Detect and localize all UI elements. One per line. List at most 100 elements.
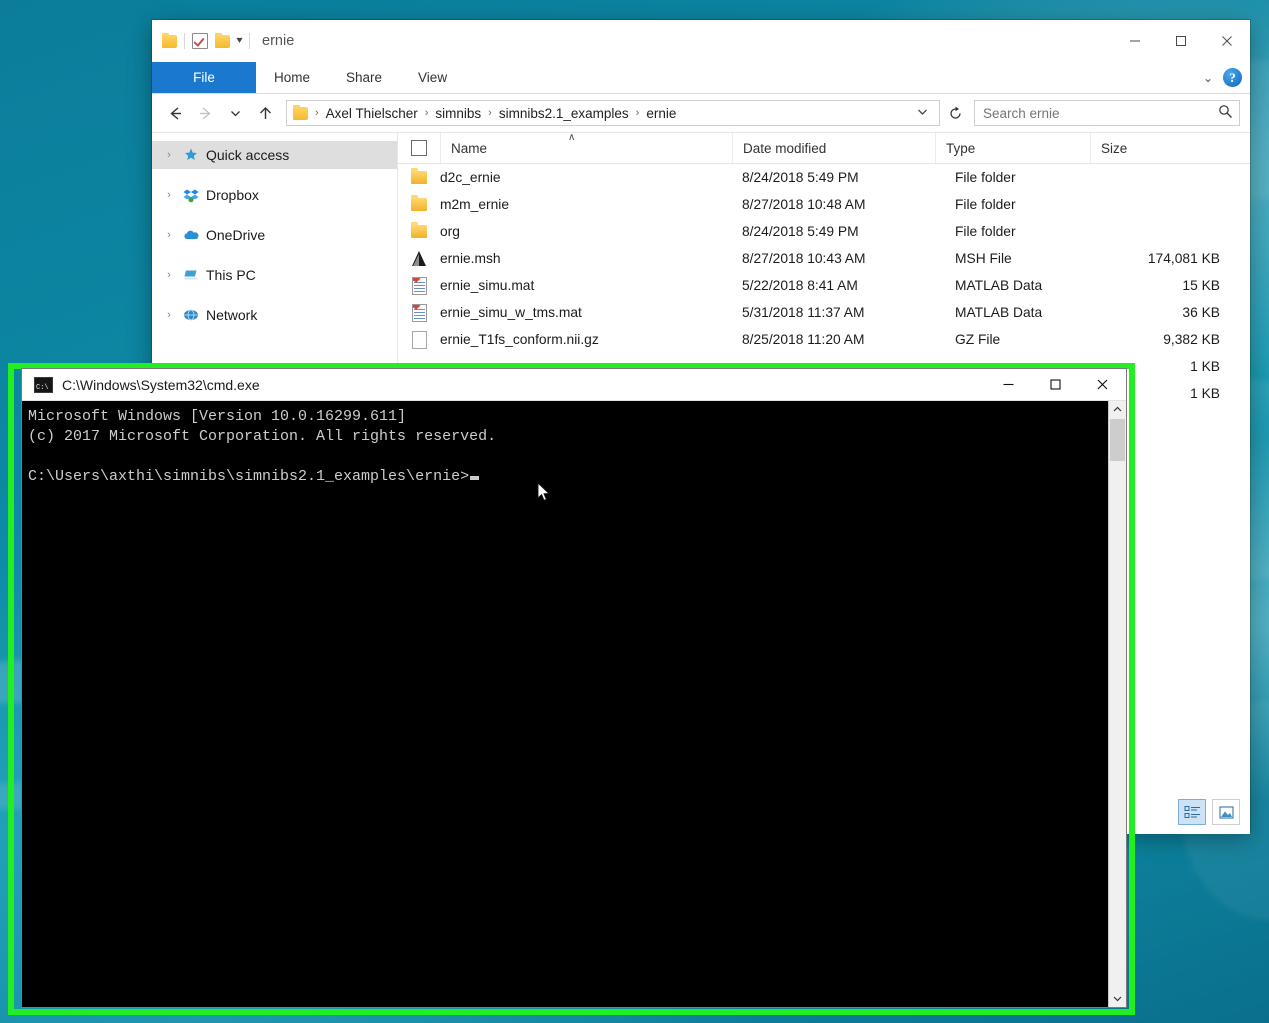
column-size[interactable]: Size [1090,133,1200,163]
back-button[interactable] [162,100,188,126]
scroll-up-button[interactable] [1109,401,1126,418]
maximize-button[interactable] [1158,20,1204,62]
matlab-file-icon [398,276,440,295]
toolbar-divider-2 [249,33,251,49]
toolbar-divider [184,33,185,49]
cmd-titlebar[interactable]: C:\ C:\Windows\System32\cmd.exe [22,369,1126,401]
file-name[interactable]: org [440,224,732,239]
table-row[interactable]: ernie_simu_w_tms.mat 5/31/2018 11:37 AM … [398,299,1250,326]
minimize-button[interactable] [1112,20,1158,62]
cmd-scrollbar[interactable] [1108,401,1126,1007]
file-size: 36 KB [1182,305,1220,320]
file-name[interactable]: ernie_simu.mat [440,278,732,293]
close-button[interactable] [1204,20,1250,62]
chevron-right-icon[interactable]: › [162,149,176,161]
search-box[interactable] [974,100,1240,126]
file-date: 8/24/2018 5:49 PM [742,224,859,239]
file-name[interactable]: d2c_ernie [440,170,732,185]
refresh-button[interactable] [944,101,966,125]
view-mode-buttons[interactable] [1178,799,1240,825]
details-view-button[interactable] [1178,799,1206,825]
dropbox-icon [182,186,200,204]
cmd-window-controls[interactable] [985,369,1126,400]
command-prompt-window[interactable]: C:\ C:\Windows\System32\cmd.exe Microsof… [22,369,1126,1007]
cmd-close-button[interactable] [1079,369,1126,400]
column-date-modified[interactable]: Date modified [732,133,935,163]
help-icon[interactable]: ? [1223,68,1242,87]
address-dropdown-icon[interactable] [912,105,933,121]
generic-file-icon [398,330,440,349]
sidebar-item-network[interactable]: › Network [152,301,397,329]
chevron-right-icon[interactable]: › [162,189,176,201]
column-type[interactable]: Type [935,133,1090,163]
folder-icon [162,32,177,48]
explorer-titlebar[interactable]: ▾ ernie [152,20,1250,62]
breadcrumb-item-ernie[interactable]: ernie [642,106,680,121]
scroll-down-button[interactable] [1109,990,1126,1007]
sidebar-item-onedrive[interactable]: › OneDrive [152,221,397,249]
column-name[interactable]: Name [440,133,732,163]
msh-file-icon [398,251,440,266]
chevron-right-icon[interactable]: › [162,269,176,281]
navigation-bar[interactable]: › Axel Thielscher › simnibs › simnibs2.1… [152,94,1250,133]
console-output[interactable]: Microsoft Windows [Version 10.0.16299.61… [22,401,1108,1007]
breadcrumb-separator: › [315,107,319,119]
cmd-maximize-button[interactable] [1032,369,1079,400]
file-name[interactable]: m2m_ernie [440,197,732,212]
sidebar-item-this-pc[interactable]: › This PC [152,261,397,289]
new-folder-icon[interactable] [215,32,230,48]
chevron-right-icon[interactable]: › [162,309,176,321]
address-bar[interactable]: › Axel Thielscher › simnibs › simnibs2.1… [286,100,940,126]
file-type: GZ File [955,332,1001,347]
ribbon-right-controls[interactable]: ⌄ ? [1203,62,1242,93]
file-type: MATLAB Data [955,305,1043,320]
select-all-checkbox[interactable] [398,133,440,163]
console-prompt-line: C:\Users\axthi\simnibs\simnibs2.1_exampl… [28,468,470,485]
sidebar-item-quick-access[interactable]: › Quick access [152,141,397,169]
search-input[interactable] [981,104,1218,122]
table-row[interactable]: ernie_simu.mat 5/22/2018 8:41 AM MATLAB … [398,272,1250,299]
breadcrumb-item-simnibs[interactable]: simnibs [431,106,485,121]
large-icons-view-button[interactable] [1212,799,1240,825]
scrollbar-thumb[interactable] [1110,419,1125,461]
tab-home[interactable]: Home [256,62,328,93]
up-button[interactable] [252,100,278,126]
tab-file[interactable]: File [152,62,256,93]
console-line-1: Microsoft Windows [Version 10.0.16299.61… [28,408,407,425]
file-size: 9,382 KB [1163,332,1220,347]
table-row[interactable]: m2m_ernie 8/27/2018 10:48 AM File folder [398,191,1250,218]
console-line-2: (c) 2017 Microsoft Corporation. All righ… [28,428,497,445]
forward-button[interactable] [192,100,218,126]
quick-access-toolbar[interactable]: ▾ [152,32,251,49]
search-icon[interactable] [1218,104,1233,122]
table-row[interactable]: org 8/24/2018 5:49 PM File folder [398,218,1250,245]
console-icon: C:\ [34,376,53,393]
sidebar-item-dropbox[interactable]: › Dropbox [152,181,397,209]
file-date: 5/22/2018 8:41 AM [742,278,858,293]
tab-share[interactable]: Share [328,62,400,93]
table-row[interactable]: d2c_ernie 8/24/2018 5:49 PM File folder [398,164,1250,191]
ribbon-tabbar[interactable]: File Home Share View ⌄ ? [152,62,1250,94]
breadcrumb-item-examples[interactable]: simnibs2.1_examples [495,106,633,121]
table-row[interactable]: ernie_T1fs_conform.nii.gz 8/25/2018 11:2… [398,326,1250,353]
explorer-window-controls[interactable] [1112,20,1250,62]
cmd-minimize-button[interactable] [985,369,1032,400]
cmd-console-area[interactable]: Microsoft Windows [Version 10.0.16299.61… [22,401,1126,1007]
sidebar-label-dropbox: Dropbox [206,187,259,203]
breadcrumb-item-user[interactable]: Axel Thielscher [322,106,422,121]
folder-icon [398,222,440,238]
file-name[interactable]: ernie_T1fs_conform.nii.gz [440,332,732,347]
properties-checkbox-icon[interactable] [192,33,208,49]
file-name[interactable]: ernie.msh [440,251,732,266]
recent-locations-button[interactable] [222,100,248,126]
table-row[interactable]: ernie.msh 8/27/2018 10:43 AM MSH File 17… [398,245,1250,272]
file-type: File folder [955,197,1016,212]
customize-caret-icon[interactable]: ▾ [236,36,242,46]
file-type: MSH File [955,251,1012,266]
column-headers[interactable]: Name Date modified Type Size ∧ [398,132,1250,164]
tab-view[interactable]: View [400,62,465,93]
breadcrumb-separator-2: › [488,107,492,119]
file-name[interactable]: ernie_simu_w_tms.mat [440,305,732,320]
chevron-down-icon[interactable]: ⌄ [1203,71,1213,85]
chevron-right-icon[interactable]: › [162,229,176,241]
